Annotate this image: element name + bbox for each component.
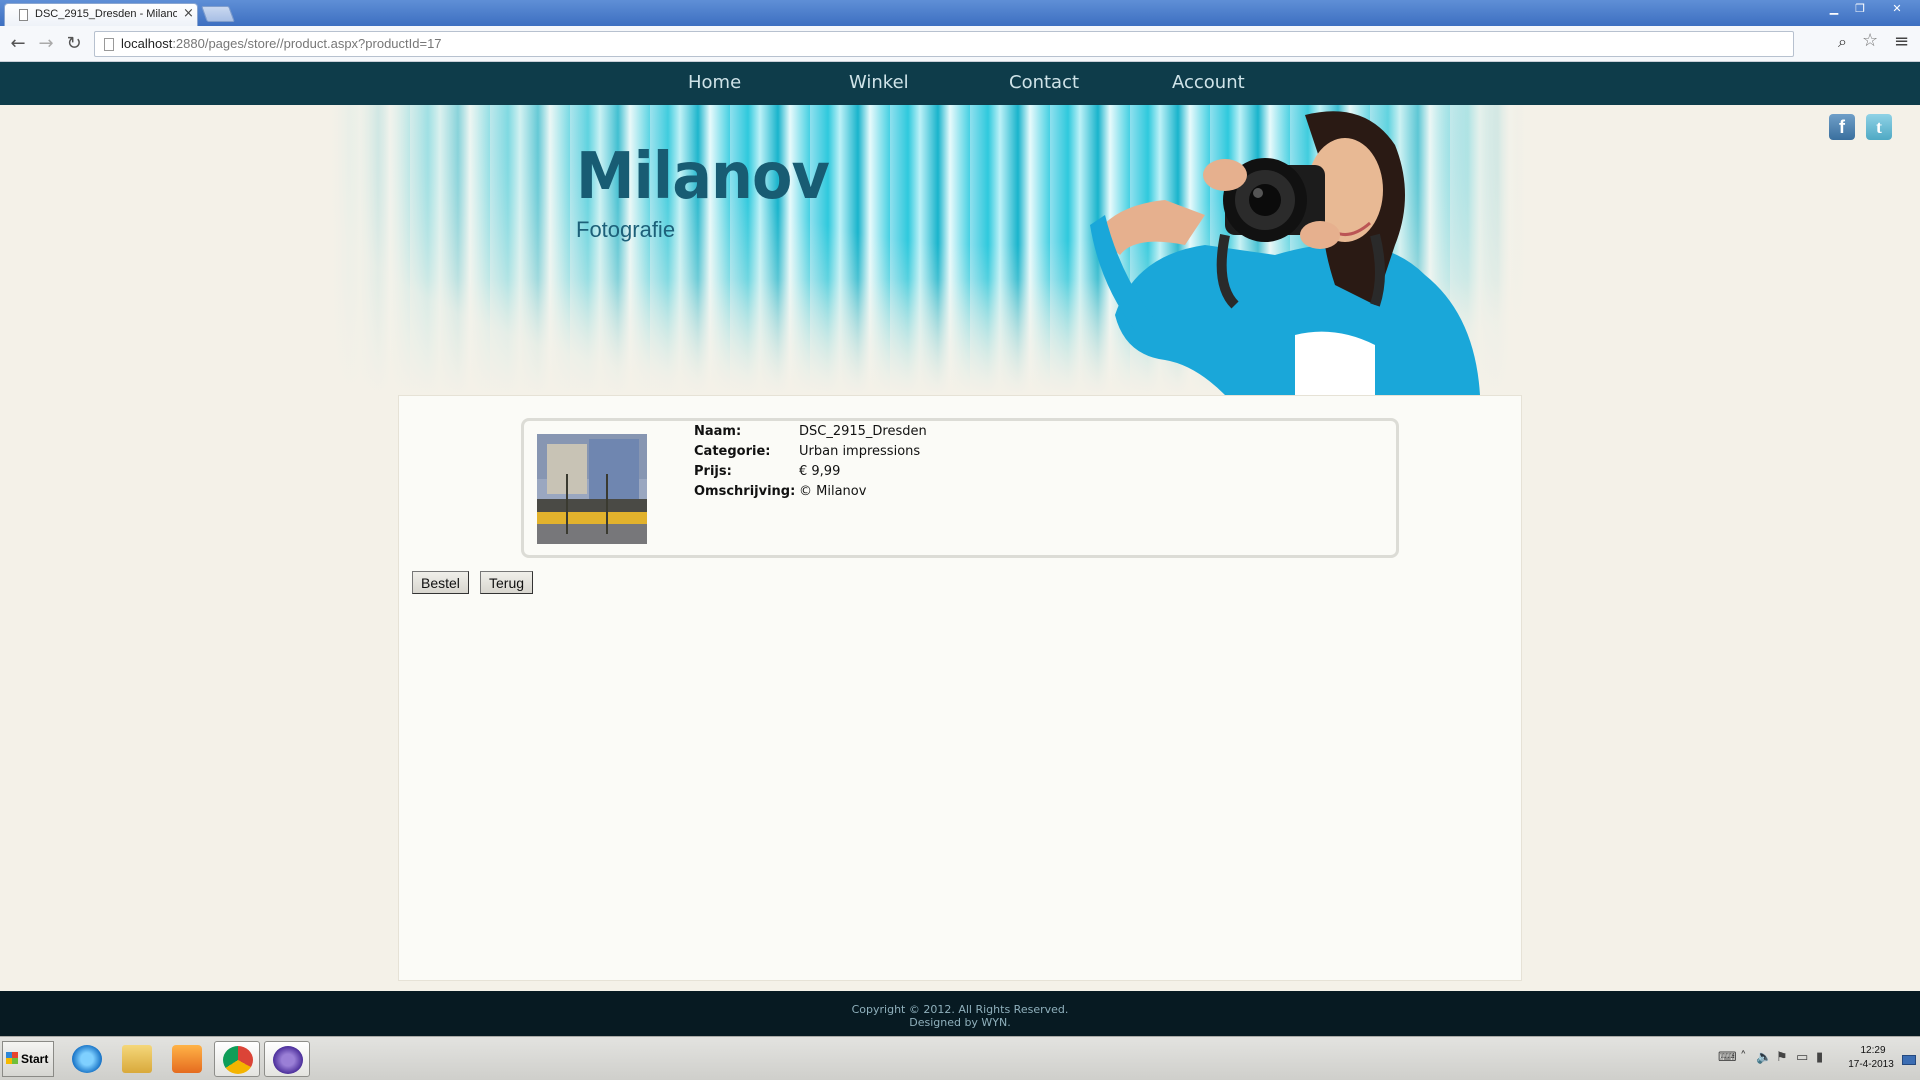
- start-button[interactable]: Start: [2, 1041, 54, 1077]
- os-taskbar: Start ⌨ ˄ 🔈 ⚑ ▭ ▮ 12:29 17-4-2013: [0, 1036, 1920, 1080]
- show-desktop-button[interactable]: [1902, 1055, 1916, 1065]
- clock-date[interactable]: 17-4-2013: [1843, 1059, 1899, 1070]
- reload-icon[interactable]: ↻: [62, 32, 86, 56]
- back-icon[interactable]: ←: [6, 32, 30, 56]
- address-bar[interactable]: localhost:2880/pages/store//product.aspx…: [94, 31, 1794, 57]
- copyright-text: Copyright © 2012. All Rights Reserved.: [851, 1003, 1069, 1016]
- minimize-icon[interactable]: ▁: [1821, 1, 1847, 17]
- product-name: DSC_2915_Dresden: [799, 424, 927, 439]
- facebook-icon[interactable]: f: [1829, 114, 1855, 140]
- product-category: Urban impressions: [799, 444, 921, 459]
- twitter-icon[interactable]: t: [1866, 114, 1892, 140]
- internet-explorer-icon: [72, 1045, 102, 1073]
- keyboard-icon[interactable]: ⌨: [1718, 1050, 1737, 1065]
- label-description: Omschrijving:: [694, 484, 796, 499]
- tab-title: DSC_2915_Dresden - Milanov: [35, 8, 177, 20]
- close-tab-icon[interactable]: ×: [183, 6, 194, 21]
- nav-link-winkel[interactable]: Winkel: [849, 72, 909, 93]
- new-tab-button[interactable]: [201, 6, 235, 22]
- product-description: © Milanov: [799, 484, 867, 499]
- zoom-icon[interactable]: ⌕: [1838, 32, 1847, 52]
- media-player-icon: [172, 1045, 202, 1073]
- forward-icon[interactable]: →: [34, 32, 58, 56]
- url-host: localhost: [121, 36, 173, 51]
- product-thumbnail[interactable]: [537, 434, 647, 544]
- nav-link-home[interactable]: Home: [688, 72, 741, 93]
- visual-studio-icon: [273, 1046, 303, 1074]
- photographer-image: [1090, 111, 1480, 395]
- show-hidden-icons-icon[interactable]: ˄: [1740, 1050, 1747, 1065]
- browser-tab[interactable]: DSC_2915_Dresden - Milanov ×: [4, 3, 198, 26]
- volume-icon[interactable]: 🔈: [1756, 1050, 1772, 1065]
- label-price: Prijs:: [694, 464, 732, 479]
- page-icon: [104, 38, 114, 51]
- power-icon[interactable]: ▭: [1796, 1050, 1808, 1065]
- network-icon[interactable]: ▮: [1816, 1050, 1823, 1065]
- product-details-panel: Naam: DSC_2915_Dresden Categorie: Urban …: [521, 418, 1399, 558]
- chrome-icon: [223, 1046, 253, 1074]
- main-content: Naam: DSC_2915_Dresden Categorie: Urban …: [398, 395, 1522, 981]
- site-navigation: Home Winkel Contact Account: [0, 62, 1920, 105]
- windows-logo-icon: [6, 1052, 18, 1064]
- start-label: Start: [21, 1052, 49, 1066]
- taskbar-visual-studio[interactable]: [264, 1041, 310, 1077]
- taskbar-file-explorer[interactable]: [114, 1041, 160, 1077]
- taskbar-chrome[interactable]: [214, 1041, 260, 1077]
- back-button[interactable]: Terug: [480, 571, 534, 594]
- designer-credit: Designed by WYN.: [909, 1016, 1011, 1029]
- label-category: Categorie:: [694, 444, 771, 459]
- nav-link-contact[interactable]: Contact: [1009, 72, 1079, 93]
- page-icon: [19, 9, 28, 21]
- close-window-icon[interactable]: ✕: [1880, 1, 1914, 17]
- browser-title-bar: DSC_2915_Dresden - Milanov × ▁ ❐ ✕: [0, 0, 1920, 26]
- menu-icon[interactable]: ≡: [1894, 31, 1909, 52]
- product-price: € 9,99: [799, 464, 841, 479]
- bookmark-star-icon[interactable]: ☆: [1862, 30, 1878, 51]
- folder-icon: [122, 1045, 152, 1073]
- site-footer: Copyright © 2012. All Rights Reserved. D…: [0, 991, 1920, 1036]
- nav-link-account[interactable]: Account: [1172, 72, 1245, 93]
- clock-time[interactable]: 12:29: [1853, 1045, 1893, 1056]
- taskbar-media-player[interactable]: [164, 1041, 210, 1077]
- maximize-icon[interactable]: ❐: [1847, 1, 1873, 17]
- action-center-flag-icon[interactable]: ⚑: [1776, 1050, 1788, 1065]
- url-text[interactable]: localhost:2880/pages/store//product.aspx…: [121, 36, 442, 51]
- brand-subtitle: Fotografie: [576, 217, 676, 242]
- browser-toolbar: ← → ↻ localhost:2880/pages/store//produc…: [0, 26, 1920, 62]
- url-path: :2880/pages/store//product.aspx?productI…: [172, 36, 442, 51]
- taskbar-internet-explorer[interactable]: [64, 1041, 110, 1077]
- order-button[interactable]: Bestel: [412, 571, 469, 594]
- label-name: Naam:: [694, 424, 742, 439]
- brand-logo: Milanov: [576, 140, 830, 214]
